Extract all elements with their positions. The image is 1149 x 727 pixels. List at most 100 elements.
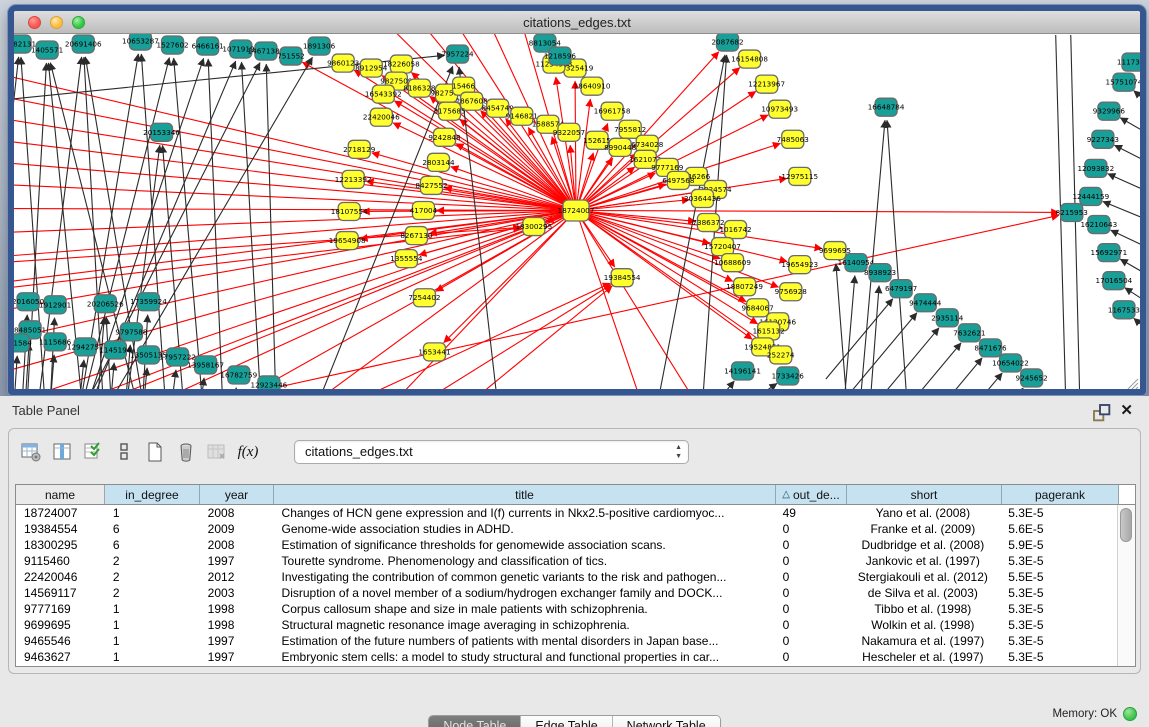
table-row[interactable]: 946362711997Embryonic stem cells: a mode…: [16, 649, 1117, 665]
network-node[interactable]: 9245652: [1016, 369, 1048, 387]
network-node[interactable]: 18226058: [383, 55, 420, 73]
network-node[interactable]: 1145194: [99, 341, 132, 359]
network-node[interactable]: 10653287: [122, 34, 159, 50]
table-row[interactable]: 911546021997Tourette syndrome. Phenomeno…: [16, 553, 1117, 569]
network-node[interactable]: 19654923: [781, 256, 818, 274]
table-row[interactable]: 946554611997Estimation of the future num…: [16, 633, 1117, 649]
table-row[interactable]: 1456911722003Disruption of a novel membe…: [16, 585, 1117, 601]
svg-text:12975115: 12975115: [781, 172, 818, 181]
column-header-short[interactable]: short: [847, 485, 1002, 504]
network-node[interactable]: 2935114: [931, 309, 964, 327]
network-node[interactable]: 17016504: [1096, 272, 1133, 290]
network-node[interactable]: 18640910: [574, 77, 611, 95]
column-header-name[interactable]: name: [16, 485, 105, 504]
svg-text:751552: 751552: [277, 52, 305, 61]
memory-status-label: Memory: OK: [1052, 708, 1117, 720]
scrollbar-thumb[interactable]: [1120, 508, 1132, 542]
network-canvas[interactable]: 9860123891295418226058982750916543392818…: [14, 34, 1140, 389]
float-panel-icon[interactable]: [1092, 403, 1107, 418]
network-node[interactable]: 1891306: [303, 37, 336, 55]
network-node[interactable]: 7632621: [953, 324, 985, 342]
tab-edge-table[interactable]: Edge Table: [521, 716, 612, 727]
network-node[interactable]: 20206526: [87, 295, 124, 313]
network-node[interactable]: 1167533: [1108, 301, 1140, 319]
column-header-pagerank[interactable]: pagerank: [1002, 485, 1119, 504]
network-node[interactable]: 16961758: [594, 102, 631, 120]
table-cell: 1998: [200, 617, 274, 633]
network-node[interactable]: 7957224: [441, 45, 474, 63]
network-node[interactable]: 14196141: [724, 362, 761, 380]
network-node[interactable]: 9797588: [115, 323, 148, 341]
network-node[interactable]: 751552: [277, 47, 305, 65]
network-node[interactable]: 17359924: [130, 293, 167, 311]
network-node[interactable]: 9756928: [775, 283, 808, 301]
tab-node-table[interactable]: Node Table: [429, 716, 521, 727]
delete-column-icon[interactable]: [174, 440, 198, 464]
network-node[interactable]: 16154808: [731, 50, 768, 68]
column-header-out_de[interactable]: △out_de...: [776, 485, 847, 504]
table-select-dropdown[interactable]: citations_edges.txt ▲▼: [294, 440, 689, 464]
table-cell: Corpus callosum shape and size in male p…: [274, 601, 775, 617]
network-node[interactable]: 2718129: [343, 140, 376, 158]
import-table-icon[interactable]: [205, 440, 229, 464]
network-node[interactable]: 7485063: [777, 130, 810, 148]
network-node[interactable]: 10688609: [714, 254, 751, 272]
network-node[interactable]: 18107554: [331, 202, 368, 220]
network-node[interactable]: 9474444: [909, 294, 942, 312]
close-panel-icon[interactable]: ✕: [1120, 401, 1133, 419]
network-node[interactable]: 1653441: [418, 343, 450, 361]
svg-text:7632621: 7632621: [953, 328, 985, 337]
column-header-title[interactable]: title: [274, 485, 776, 504]
network-node[interactable]: 6479197: [885, 280, 917, 298]
column-header-year[interactable]: year: [200, 485, 274, 504]
table-row[interactable]: 977716911998Corpus callosum shape and si…: [16, 601, 1117, 617]
svg-text:6734028: 6734028: [631, 140, 664, 149]
svg-text:8471676: 8471676: [974, 343, 1007, 352]
memory-status-icon: [1123, 707, 1137, 721]
network-node[interactable]: 18724007: [558, 200, 595, 221]
table-mode-icon[interactable]: [19, 440, 43, 464]
window-titlebar: citations_edges.txt: [14, 11, 1140, 34]
table-cell: 0: [775, 633, 846, 649]
table-row[interactable]: 1872400712008Changes of HCN gene express…: [16, 505, 1117, 521]
network-node[interactable]: 12975115: [781, 167, 818, 185]
rearrange-columns-icon[interactable]: [112, 440, 136, 464]
table-row[interactable]: 2242004622012Investigating the contribut…: [16, 569, 1117, 585]
network-node[interactable]: 20691406: [65, 35, 102, 53]
table-cell: 9463627: [16, 649, 105, 665]
network-node[interactable]: 1733426: [772, 367, 805, 385]
network-node[interactable]: 7254402: [408, 289, 440, 307]
table-row[interactable]: 969969511998Structural magnetic resonanc…: [16, 617, 1117, 633]
network-node[interactable]: 8938923: [864, 264, 897, 282]
network-node[interactable]: 15692971: [1091, 244, 1128, 262]
network-node[interactable]: 417004: [410, 201, 438, 219]
row-selection-icon[interactable]: [81, 440, 105, 464]
svg-text:10688609: 10688609: [714, 258, 751, 267]
network-node[interactable]: 2087682: [711, 34, 743, 51]
table-cell: 1: [105, 649, 200, 665]
table-row[interactable]: 1938455462009Genome-wide association stu…: [16, 521, 1117, 537]
table-row[interactable]: 1830029562008Estimation of significance …: [16, 537, 1117, 553]
vertical-scrollbar[interactable]: [1117, 505, 1135, 666]
network-node[interactable]: 2803144: [422, 153, 455, 171]
network-node[interactable]: 1117304: [1117, 53, 1140, 71]
table-cell: 1: [105, 617, 200, 633]
network-node[interactable]: 8215953: [1056, 203, 1089, 221]
svg-text:9242848: 9242848: [428, 133, 461, 142]
network-node[interactable]: 15720407: [704, 238, 741, 256]
network-node[interactable]: 12444159: [1072, 187, 1109, 205]
column-header-in_degree[interactable]: in_degree: [105, 485, 200, 504]
svg-text:17016504: 17016504: [1096, 276, 1133, 285]
network-node[interactable]: 252274: [767, 346, 795, 364]
network-node[interactable]: 6466161: [192, 37, 224, 55]
function-builder-icon[interactable]: f(x): [236, 440, 260, 464]
network-node[interactable]: 15751074: [1106, 73, 1140, 91]
table-cell: 1: [105, 633, 200, 649]
canvas-resize-grip[interactable]: [1128, 379, 1138, 389]
tab-network-table[interactable]: Network Table: [613, 716, 720, 727]
network-node[interactable]: 12213967: [748, 75, 785, 93]
create-column-icon[interactable]: [143, 440, 167, 464]
network-node[interactable]: 1527602: [156, 36, 188, 54]
show-columns-icon[interactable]: [50, 440, 74, 464]
network-node[interactable]: 16648784: [868, 98, 905, 116]
